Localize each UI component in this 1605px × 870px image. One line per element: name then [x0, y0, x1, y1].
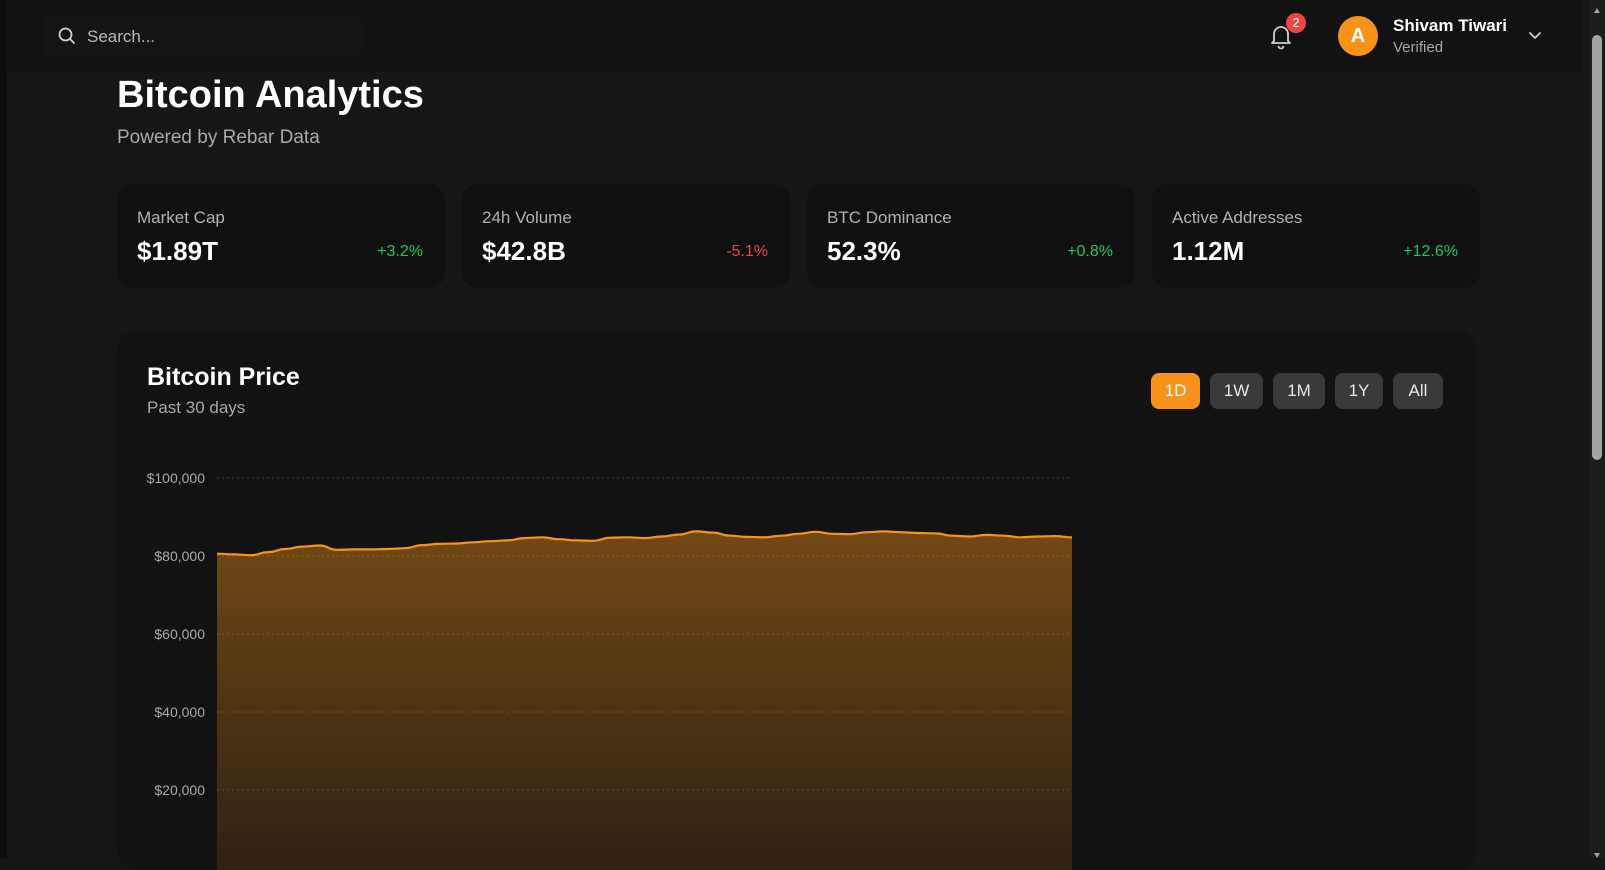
page-title: Bitcoin Analytics — [117, 74, 424, 116]
price-chart-panel: $100,000 $80,000 $60,000 $40,000 $20,000 Bit… — [117, 330, 1477, 870]
y-tick-label: $100,000 — [147, 470, 206, 486]
stat-label: Market Cap — [137, 208, 225, 227]
y-tick-label: $20,000 — [154, 782, 205, 798]
stat-value: 52.3% — [827, 236, 901, 266]
y-tick-label: $60,000 — [154, 626, 205, 642]
stat-value: 1.12M — [1172, 236, 1245, 266]
stat-change: +12.6% — [1403, 243, 1458, 260]
stat-card-market-cap: Market Cap $1.89T +3.2% — [117, 184, 445, 288]
stat-value: $1.89T — [137, 236, 218, 266]
bell-icon — [1268, 26, 1294, 54]
scrollbar[interactable] — [1589, 0, 1605, 858]
search-input[interactable] — [85, 24, 349, 50]
price-area-chart: $100,000 $80,000 $60,000 $40,000 $20,000 — [147, 470, 1073, 870]
range-button-1y[interactable]: 1Y — [1335, 373, 1383, 409]
stat-card-active-addresses: Active Addresses 1.12M +12.6% — [1152, 184, 1480, 288]
scroll-down-icon[interactable] — [1593, 846, 1601, 864]
scroll-up-icon[interactable] — [1593, 2, 1601, 20]
range-button-1d[interactable]: 1D — [1151, 373, 1200, 409]
stat-card-btc-dominance: BTC Dominance 52.3% +0.8% — [807, 184, 1135, 288]
stat-change: +3.2% — [377, 243, 423, 260]
left-edge — [0, 0, 7, 858]
range-button-1w[interactable]: 1W — [1210, 373, 1263, 409]
chart-subtitle: Past 30 days — [147, 398, 246, 417]
stat-label: BTC Dominance — [827, 208, 952, 227]
chevron-down-icon — [1528, 28, 1542, 46]
user-name: Shivam Tiwari — [1393, 16, 1508, 35]
range-button-1m[interactable]: 1M — [1273, 373, 1325, 409]
stat-label: 24h Volume — [482, 208, 572, 227]
stat-change: -5.1% — [726, 243, 768, 260]
search-box[interactable] — [43, 14, 363, 58]
scrollbar-thumb[interactable] — [1592, 35, 1602, 460]
stat-change: +0.8% — [1067, 243, 1113, 260]
y-tick-label: $80,000 — [154, 548, 205, 564]
stat-value: $42.8B — [482, 236, 566, 266]
stat-card-24h-volume: 24h Volume $42.8B -5.1% — [462, 184, 790, 288]
search-icon — [57, 26, 77, 51]
user-status: Verified — [1393, 39, 1444, 56]
y-tick-label: $40,000 — [154, 704, 205, 720]
range-button-all[interactable]: All — [1393, 373, 1443, 409]
user-menu[interactable]: A Shivam Tiwari Verified — [1338, 14, 1548, 60]
avatar: A — [1338, 16, 1378, 56]
price-area-fill — [217, 531, 1072, 870]
notification-count-badge: 2 — [1286, 13, 1306, 33]
stat-label: Active Addresses — [1172, 208, 1303, 227]
page-subtitle: Powered by Rebar Data — [117, 127, 320, 148]
chart-title: Bitcoin Price — [147, 363, 300, 391]
